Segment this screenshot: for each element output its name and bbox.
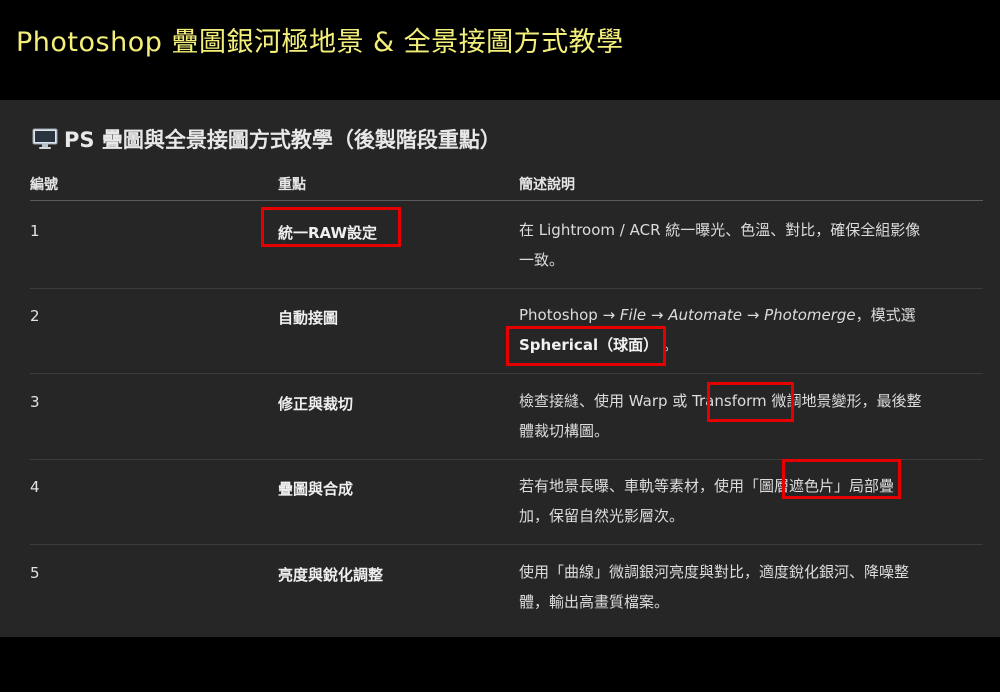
row-divider: [30, 459, 983, 460]
header-key-point: 重點: [278, 177, 306, 193]
row-description: 若有地景長曝、車軌等素材，使用「圖層遮色片」局部疊 加，保留自然光影層次。: [519, 471, 979, 531]
desc-line: 檢查接縫、使用 Warp 或 Transform 微調地景變形，最後整: [519, 392, 922, 410]
row-description: 在 Lightroom / ACR 統一曝光、色溫、對比，確保全組影像 一致。: [519, 215, 979, 275]
desc-line: 在 Lightroom / ACR 統一曝光、色溫、對比，確保全組影像: [519, 221, 921, 239]
row-divider: [30, 544, 983, 545]
header-divider: [30, 200, 983, 201]
row-number: 2: [30, 307, 40, 325]
row-number: 5: [30, 564, 40, 582]
monitor-icon: [32, 128, 58, 149]
row-description: Photoshop → File → Automate → Photomerge…: [519, 300, 979, 360]
row-number: 4: [30, 478, 40, 496]
row-description: 檢查接縫、使用 Warp 或 Transform 微調地景變形，最後整 體裁切構…: [519, 386, 979, 446]
desc-line: 若有地景長曝、車軌等素材，使用「圖層遮色片」局部疊: [519, 477, 895, 495]
row-divider: [30, 288, 983, 289]
desc-line: 加，保留自然光影層次。: [519, 507, 685, 525]
page-title: Photoshop 疊圖銀河極地景 & 全景接圖方式教學: [16, 27, 624, 58]
section-heading: PS 疊圖與全景接圖方式教學（後製階段重點）: [32, 124, 501, 154]
desc-line: Spherical（球面） 。: [519, 336, 678, 354]
row-key-point: 疊圖與合成: [278, 480, 354, 498]
desc-line: 體裁切構圖。: [519, 422, 610, 440]
row-divider: [30, 373, 983, 374]
desc-line: 一致。: [519, 251, 565, 269]
section-title: PS 疊圖與全景接圖方式教學（後製階段重點）: [64, 128, 501, 152]
row-number: 3: [30, 393, 40, 411]
row-key-point: 自動接圖: [278, 309, 339, 327]
row-number: 1: [30, 222, 40, 240]
row-key-point: 統一RAW設定: [278, 224, 378, 242]
desc-line: 使用「曲線」微調銀河亮度與對比，適度銳化銀河、降噪整: [519, 563, 910, 581]
row-key-point: 亮度與銳化調整: [278, 566, 384, 584]
desc-line: 體，輸出高畫質檔案。: [519, 593, 670, 611]
row-key-point: 修正與裁切: [278, 395, 354, 413]
header-number: 編號: [30, 177, 58, 193]
desc-line: Photoshop → File → Automate → Photomerge…: [519, 306, 916, 324]
header-description: 簡述說明: [519, 177, 575, 193]
row-description: 使用「曲線」微調銀河亮度與對比，適度銳化銀河、降噪整 體，輸出高畫質檔案。: [519, 557, 979, 617]
